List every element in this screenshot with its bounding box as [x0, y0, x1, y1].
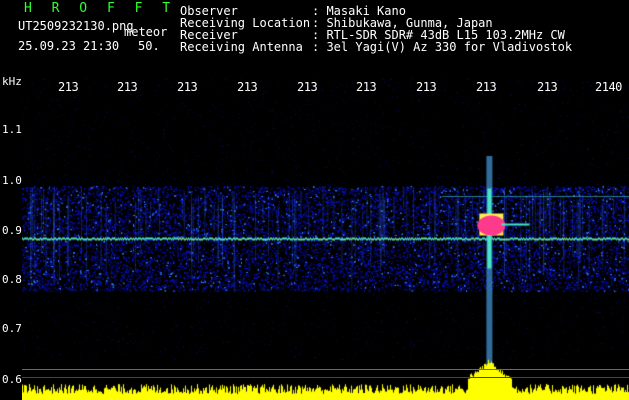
antenna-value: : 3el Yagi(V) Az 330 for Vladivostok	[312, 40, 573, 54]
antenna-key: Receiving Antenna	[180, 40, 303, 54]
amplitude-baseline	[22, 377, 629, 378]
y-tick: 0.9	[2, 224, 22, 237]
y-tick: 1.0	[2, 174, 22, 187]
filename-label: UT2509232130.png	[18, 19, 134, 33]
spectrogram-plot	[22, 78, 629, 400]
amplitude-divider	[22, 369, 629, 370]
y-axis-unit: kHz	[2, 75, 22, 88]
event-type-label: meteor	[124, 25, 168, 39]
y-tick: 1.1	[2, 123, 22, 136]
datetime-label: 25.09.23 21:30	[18, 39, 120, 53]
y-tick: 0.7	[2, 322, 22, 335]
y-tick: 0.8	[2, 273, 22, 286]
count-label: 50.	[138, 39, 160, 53]
app-title: H R O F F T	[24, 1, 177, 16]
y-tick: 0.6	[2, 373, 22, 386]
